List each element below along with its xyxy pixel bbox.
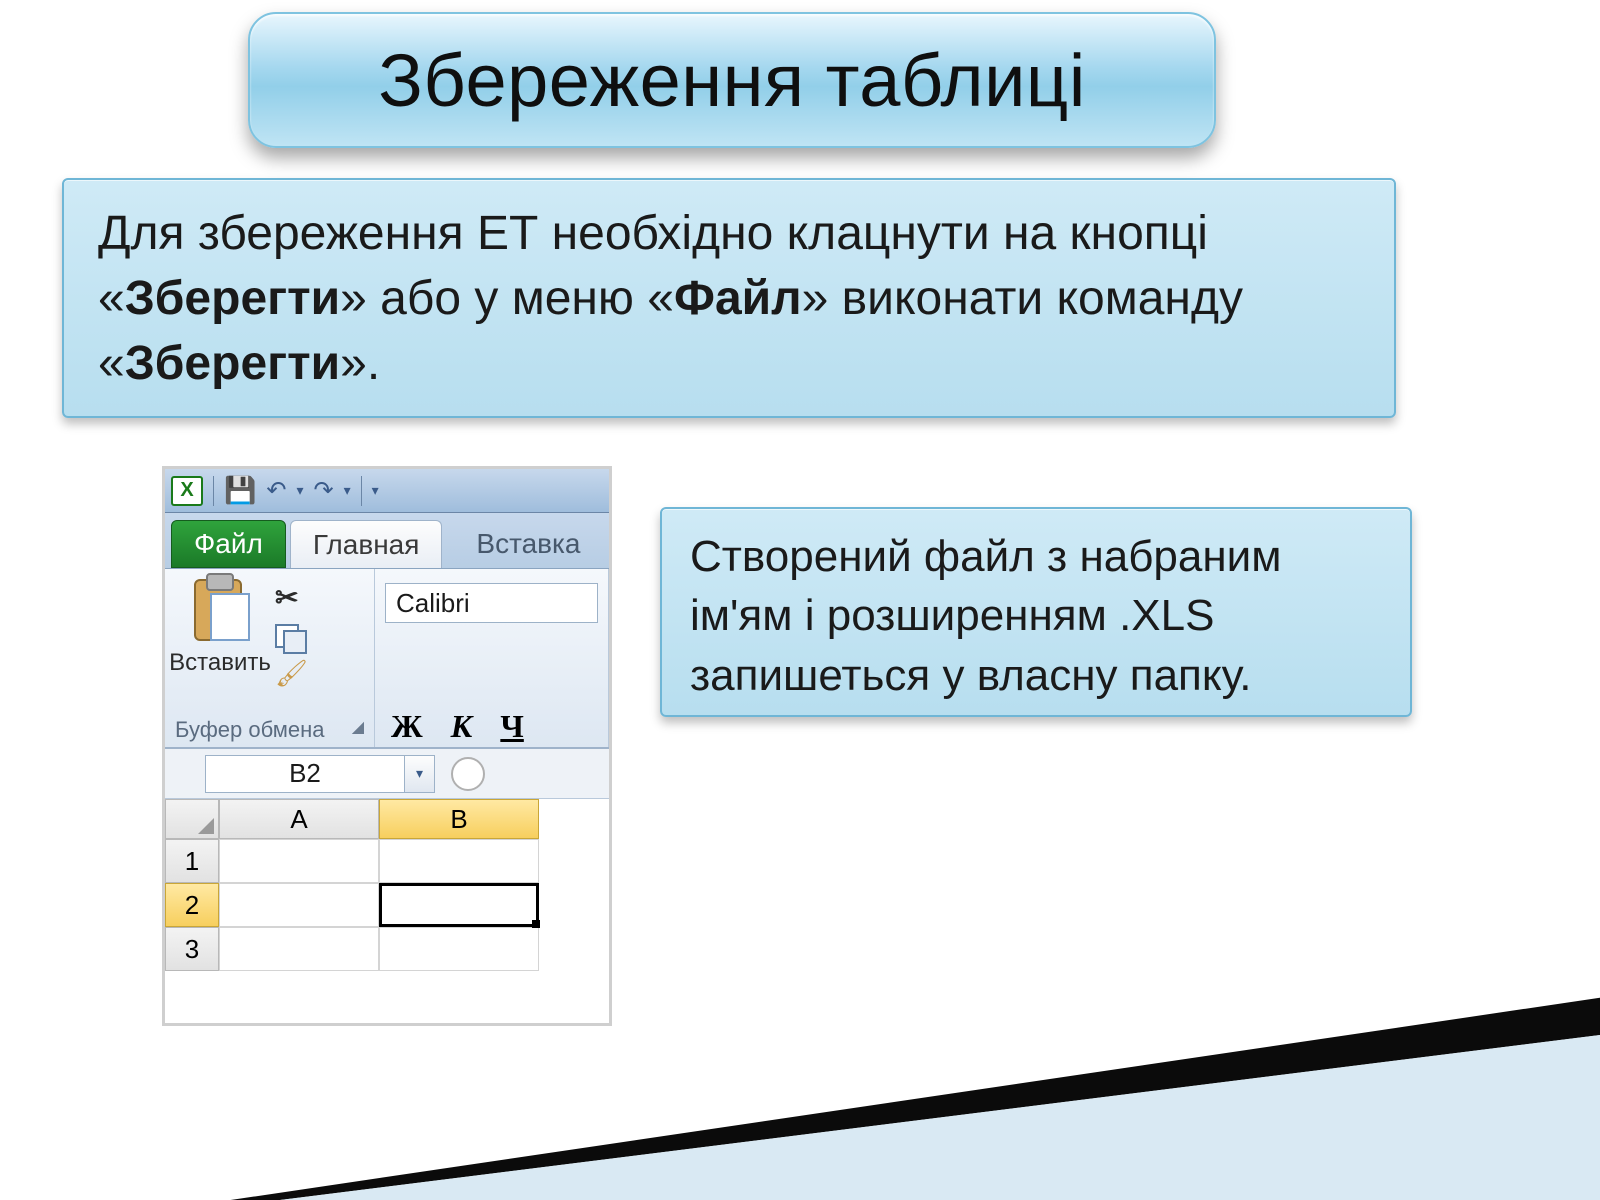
- qat-customize-icon[interactable]: ▾: [372, 482, 379, 499]
- clipboard-group-label: Буфер обмена ◢: [175, 717, 364, 745]
- tab-file[interactable]: Файл: [171, 520, 286, 568]
- cell-a1[interactable]: [219, 839, 379, 883]
- row-header-1[interactable]: 1: [165, 839, 219, 883]
- instr-b1: Зберегти: [125, 272, 340, 325]
- font-name-box[interactable]: Calibri: [385, 583, 598, 623]
- copy-icon[interactable]: [275, 624, 305, 648]
- ribbon: Вставить ✂ 🖌 Буфер обмена ◢ Calibri Ж К …: [165, 569, 609, 749]
- underline-button[interactable]: Ч: [500, 708, 523, 745]
- name-box[interactable]: B2: [205, 755, 405, 793]
- paste-icon: [190, 575, 250, 645]
- italic-button[interactable]: К: [451, 708, 473, 745]
- excel-app-icon: X: [171, 476, 203, 506]
- save-icon[interactable]: 💾: [224, 475, 256, 506]
- cut-icon[interactable]: ✂: [275, 581, 308, 614]
- worksheet-grid[interactable]: A B 1 2 3: [165, 799, 609, 971]
- name-box-dropdown-icon[interactable]: ▾: [405, 755, 435, 793]
- excel-screenshot: X 💾 ↶ ▾ ↷ ▾ ▾ Файл Главная Вставка Встав…: [162, 466, 612, 1026]
- qat-separator-2: [361, 476, 362, 506]
- col-header-b[interactable]: B: [379, 799, 539, 839]
- quick-access-toolbar: X 💾 ↶ ▾ ↷ ▾ ▾: [165, 469, 609, 513]
- redo-dropdown-icon[interactable]: ▾: [344, 482, 351, 499]
- select-all-corner[interactable]: [165, 799, 219, 839]
- bold-button[interactable]: Ж: [391, 708, 423, 745]
- instr-t4: ».: [340, 337, 380, 390]
- tab-home[interactable]: Главная: [290, 520, 443, 568]
- row-header-3[interactable]: 3: [165, 927, 219, 971]
- cell-b1[interactable]: [379, 839, 539, 883]
- cell-a2[interactable]: [219, 883, 379, 927]
- info-text: Створений файл з набраним ім'ям і розшир…: [690, 532, 1282, 700]
- info-panel: Створений файл з набраним ім'ям і розшир…: [660, 507, 1412, 717]
- instr-t2: » або у меню «: [340, 272, 674, 325]
- dialog-launcher-icon[interactable]: ◢: [352, 717, 364, 737]
- slide-title: Збереження таблиці: [378, 38, 1086, 123]
- instr-b2: Файл: [674, 272, 802, 325]
- formula-bar-row: B2 ▾: [165, 749, 609, 799]
- cell-b2-active[interactable]: [379, 883, 539, 927]
- paste-label: Вставить: [169, 649, 271, 677]
- undo-icon[interactable]: ↶: [266, 476, 286, 505]
- paste-button[interactable]: Вставить: [175, 575, 265, 677]
- tab-insert[interactable]: Вставка: [454, 520, 602, 568]
- row-header-2[interactable]: 2: [165, 883, 219, 927]
- col-header-a[interactable]: A: [219, 799, 379, 839]
- redo-icon[interactable]: ↷: [314, 476, 334, 505]
- clipboard-group: Вставить ✂ 🖌 Буфер обмена ◢: [165, 569, 375, 747]
- slide-title-box: Збереження таблиці: [248, 12, 1216, 148]
- cell-b3[interactable]: [379, 927, 539, 971]
- undo-dropdown-icon[interactable]: ▾: [296, 482, 303, 499]
- font-group: Calibri Ж К Ч: [375, 569, 609, 747]
- ribbon-tabs: Файл Главная Вставка: [165, 513, 609, 569]
- instruction-panel: Для збереження ЕТ необхідно клацнути на …: [62, 178, 1396, 418]
- fx-button-icon[interactable]: [451, 757, 485, 791]
- instr-b3: Зберегти: [125, 337, 340, 390]
- clipboard-group-text: Буфер обмена: [175, 717, 325, 742]
- qat-separator: [213, 476, 214, 506]
- cell-a3[interactable]: [219, 927, 379, 971]
- format-painter-icon[interactable]: 🖌: [275, 658, 308, 689]
